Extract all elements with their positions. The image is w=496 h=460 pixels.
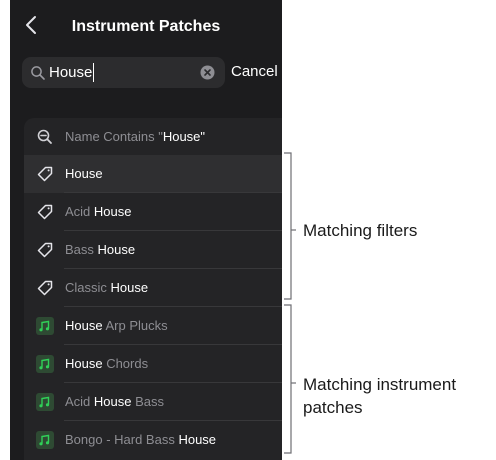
- patch-label-match: House: [65, 356, 103, 371]
- filter-label-pre: Bass: [65, 242, 98, 257]
- filter-label-pre: Acid: [65, 204, 94, 219]
- patch-label: Bongo - Hard Bass House: [65, 432, 216, 448]
- clear-search-icon[interactable]: [200, 65, 215, 80]
- filter-label: House: [65, 166, 103, 182]
- patch-row-acid-house-bass[interactable]: Acid House Bass: [24, 383, 282, 421]
- query-suffix: ": [200, 129, 206, 144]
- tag-icon: [36, 165, 54, 183]
- filter-label: Bass House: [65, 242, 135, 258]
- patch-label-post: Chords: [102, 356, 149, 371]
- search-field[interactable]: House: [22, 57, 225, 88]
- patch-label-post: Bass: [131, 394, 164, 409]
- search-filter-icon: [36, 128, 54, 146]
- filters-bracket: [284, 152, 296, 300]
- name-contains-filter-row[interactable]: Name Contains "House": [24, 118, 282, 156]
- filter-row-classic-house[interactable]: Classic House: [24, 269, 282, 307]
- filter-label-match: House: [97, 242, 136, 257]
- tag-icon: [36, 203, 54, 221]
- cancel-button[interactable]: Cancel: [231, 63, 278, 80]
- patch-row-bongo-hard-bass-house[interactable]: Bongo - Hard Bass House: [24, 421, 282, 459]
- callout-matching-patches-line1: Matching instrument: [303, 375, 457, 394]
- patch-label: House Chords: [65, 356, 148, 372]
- filter-row-house[interactable]: House: [24, 155, 282, 193]
- name-contains-label: Name Contains "House": [65, 129, 205, 145]
- filter-row-bass-house[interactable]: Bass House: [24, 231, 282, 269]
- phone-screen: Instrument Patches House Cancel Name Con…: [10, 0, 282, 460]
- patch-label-post: Arp Plucks: [102, 318, 168, 333]
- tag-icon: [36, 279, 54, 297]
- patch-label-match: House: [65, 318, 103, 333]
- filter-label-match: House: [110, 280, 149, 295]
- music-note-icon: [36, 431, 54, 449]
- patch-label: House Arp Plucks: [65, 318, 168, 334]
- navigation-bar: Instrument Patches: [10, 0, 282, 54]
- query-term: House: [162, 129, 201, 144]
- patch-row-house-arp-plucks[interactable]: House Arp Plucks: [24, 307, 282, 345]
- filter-label-match: House: [65, 166, 103, 181]
- patches-bracket: [284, 304, 296, 454]
- query-prefix: Name Contains ": [65, 129, 163, 144]
- results-list: Name Contains "House" House Acid House B…: [24, 118, 282, 460]
- patch-row-house-chords[interactable]: House Chords: [24, 345, 282, 383]
- patch-label-match: House: [93, 394, 132, 409]
- page-title: Instrument Patches: [71, 18, 221, 35]
- patch-label-pre: Bongo - Hard Bass: [65, 432, 179, 447]
- patch-label-match: House: [178, 432, 217, 447]
- patch-label: Acid House Bass: [65, 394, 164, 410]
- tag-icon: [36, 241, 54, 259]
- filter-row-acid-house[interactable]: Acid House: [24, 193, 282, 231]
- music-note-icon: [36, 355, 54, 373]
- filter-label-pre: Classic: [65, 280, 111, 295]
- filter-label: Classic House: [65, 280, 148, 296]
- callout-matching-filters: Matching filters: [303, 221, 418, 240]
- music-note-icon: [36, 393, 54, 411]
- search-icon: [30, 65, 46, 81]
- music-note-icon: [36, 317, 54, 335]
- search-input[interactable]: House: [49, 63, 95, 82]
- patch-label-pre: Acid: [65, 394, 94, 409]
- filter-label: Acid House: [65, 204, 131, 220]
- callout-matching-patches-line2: patches: [303, 398, 363, 417]
- filter-label-match: House: [93, 204, 132, 219]
